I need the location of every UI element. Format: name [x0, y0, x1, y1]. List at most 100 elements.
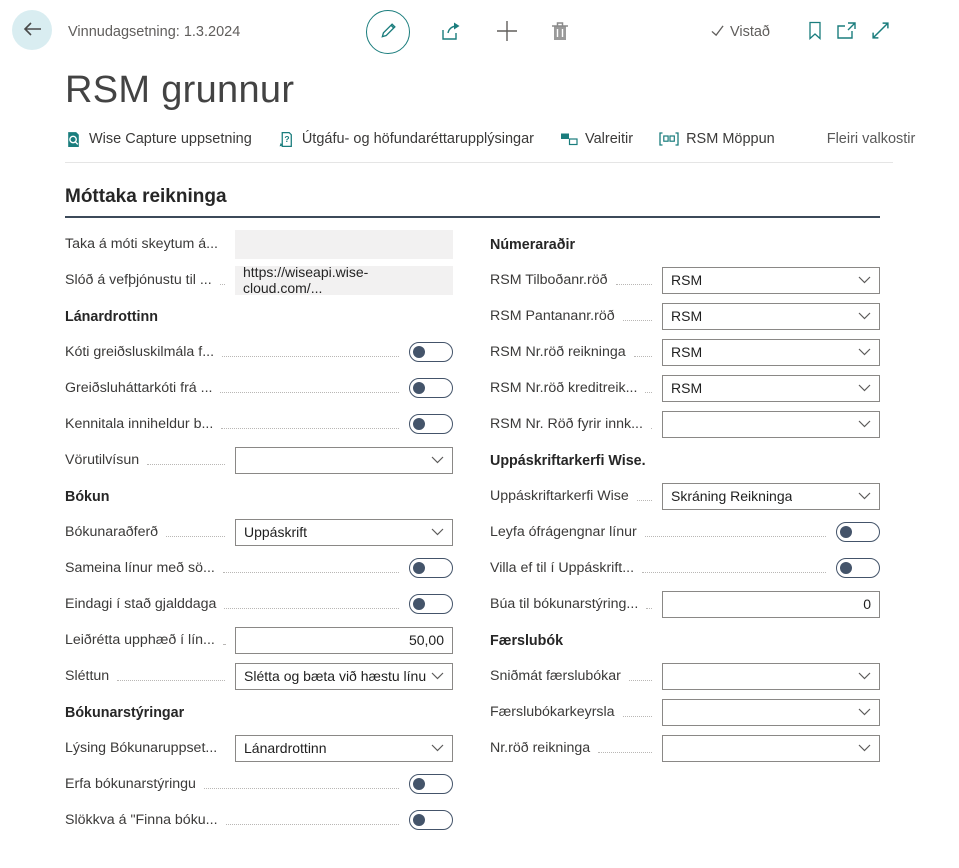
fullscreen-button[interactable] [871, 21, 890, 43]
field-label: Nr.röð reikninga [490, 740, 590, 756]
share-button[interactable] [440, 21, 464, 44]
action-rsm-m-ppun[interactable]: RSM Möppun [659, 131, 775, 147]
field-row: Eindagi í stað gjalddaga [65, 586, 453, 622]
back-button[interactable] [12, 10, 52, 50]
delete-button[interactable] [550, 19, 570, 46]
field-row: RSM Tilboðanr.röðRSM [490, 262, 880, 298]
edit-button[interactable] [366, 10, 410, 54]
dot-leader [623, 320, 652, 321]
field-row: Vörutilvísun [65, 442, 453, 478]
field-row: Villa ef til í Uppáskrift... [490, 550, 880, 586]
form-area: Taka á móti skeytum á... Slóð á vefþjónus… [65, 226, 959, 838]
action-fleiri-valkostir[interactable]: Fleiri valkostir [827, 131, 916, 147]
record-actions [366, 10, 570, 54]
select-v-rutilv-sun[interactable] [235, 447, 453, 474]
dot-leader [204, 788, 399, 789]
dot-leader [223, 572, 399, 573]
pencil-icon [379, 21, 398, 43]
trash-icon [550, 19, 570, 46]
field-label: Taka á móti skeytum á... [65, 236, 218, 252]
chevron-down-icon [431, 528, 444, 536]
field-label-area: Færslubókarkeyrsla [490, 704, 662, 720]
field-label-area: Kennitala inniheldur b... [65, 416, 409, 432]
select-nr-r-reikninga[interactable] [662, 735, 880, 762]
field-label-area: Slökkva á "Finna bóku... [65, 812, 409, 828]
select-rsm-pantananr-r[interactable]: RSM [662, 303, 880, 330]
dot-leader [645, 536, 826, 537]
field-label-area: Sameina línur með sö... [65, 560, 409, 576]
fasttab-heading[interactable]: Móttaka reikninga [65, 185, 880, 218]
field-label-area: Sniðmát færslubókar [490, 668, 662, 684]
toggle-sameina-l-nur-me-s[interactable] [409, 558, 453, 578]
top-command-bar: Vinnudagsetning: 1.3.2024 [0, 0, 959, 64]
field-label: Villa ef til í Uppáskrift... [490, 560, 634, 576]
select-rsm-nr-r-fyrir-innk[interactable] [662, 411, 880, 438]
field-row: Sniðmát færslubókar [490, 658, 880, 694]
field-label: Sléttun [65, 668, 109, 684]
group-heading-f-rslub-k: Færslubók [490, 622, 880, 658]
field-row: Taka á móti skeytum á... [65, 226, 453, 262]
field-label-area: Uppáskriftarkerfi Wise [490, 488, 662, 504]
field-row: Lýsing Bókunaruppset...Lánardrottinn [65, 730, 453, 766]
chevron-down-icon [431, 672, 444, 680]
dot-leader [220, 392, 399, 393]
page-action-bar: Wise Capture uppsetning ?Útgáfu- og höfun… [65, 128, 893, 163]
toggle-erfa-b-kunarst-ringu[interactable] [409, 774, 453, 794]
select-rsm-tilbo-anr-r[interactable]: RSM [662, 267, 880, 294]
field-label: Erfa bókunarstýringu [65, 776, 196, 792]
field-row: Nr.röð reikninga [490, 730, 880, 766]
toggle-k-ti-grei-sluskilm-la-f[interactable] [409, 342, 453, 362]
form-column-right: NúmeraraðirRSM Tilboðanr.röðRSMRSM Panta… [490, 226, 880, 838]
dot-leader [221, 428, 399, 429]
field-row: BókunaraðferðUppáskrift [65, 514, 453, 550]
bookmark-button[interactable] [808, 21, 822, 43]
open-in-window-button[interactable] [836, 22, 857, 42]
toggle-eindagi-sta-gjalddaga[interactable] [409, 594, 453, 614]
action-valreitir[interactable]: Valreitir [560, 131, 633, 147]
select-rsm-nr-r-kreditreik[interactable]: RSM [662, 375, 880, 402]
action-wise-capture-uppsetning[interactable]: Wise Capture uppsetning [65, 131, 252, 148]
select-f-rslub-karkeyrsla[interactable] [662, 699, 880, 726]
field-label-area: Bókunaraðferð [65, 524, 235, 540]
select-rsm-nr-r-reikninga[interactable]: RSM [662, 339, 880, 366]
input-b-a-til-b-kunarst-ring[interactable]: 0 [662, 591, 880, 618]
action-tg-fu-og-h-fundar-ttaruppl-singar[interactable]: ?Útgáfu- og höfundaréttarupplýsingar [278, 131, 534, 148]
field-label-area: RSM Nr.röð kreditreik... [490, 380, 662, 396]
add-button[interactable] [494, 18, 520, 47]
select-sni-m-t-f-rslub-kar[interactable] [662, 663, 880, 690]
select-value: RSM [671, 380, 702, 396]
toggle-villa-ef-til-upp-skrift[interactable] [836, 558, 880, 578]
toggle-sl-kkva-finna-b-ku[interactable] [409, 810, 453, 830]
select-l-sing-b-kunaruppset[interactable]: Lánardrottinn [235, 735, 453, 762]
field-label-area: RSM Nr.röð reikninga [490, 344, 662, 360]
chevron-down-icon [858, 672, 871, 680]
popout-icon [836, 22, 857, 42]
option-fields-icon [560, 132, 578, 146]
dot-leader [598, 752, 652, 753]
select-b-kunara-fer[interactable]: Uppáskrift [235, 519, 453, 546]
select-upp-skriftarkerfi-wise[interactable]: Skráning Reikninga [662, 483, 880, 510]
toggle-kennitala-inniheldur-b[interactable] [409, 414, 453, 434]
chevron-down-icon [858, 708, 871, 716]
field-label: RSM Nr.röð reikninga [490, 344, 626, 360]
toggle-leyfa-fr-gengnar-l-nur[interactable] [836, 522, 880, 542]
group-heading-l-nardrottinn: Lánardrottinn [65, 298, 453, 334]
field-row: Sameina línur með sö... [65, 550, 453, 586]
select-sl-ttun[interactable]: Slétta og bæta við hæstu línu [235, 663, 453, 690]
expand-icon [871, 21, 890, 43]
dot-leader [629, 680, 652, 681]
input-lei-r-tta-upph-l-n[interactable]: 50,00 [235, 627, 453, 654]
chevron-down-icon [431, 744, 444, 752]
field-label: Kóti greiðsluskilmála f... [65, 344, 214, 360]
toggle-grei-sluh-ttark-ti-fr[interactable] [409, 378, 453, 398]
field-label: Slóð á vefþjónustu til ... [65, 272, 212, 288]
toggle-knob [413, 814, 425, 826]
field-row: Uppáskriftarkerfi WiseSkráning Reikninga [490, 478, 880, 514]
group-heading-upp-skriftarkerfi-wise: Uppáskriftarkerfi Wise. [490, 442, 880, 478]
field-label: Færslubókarkeyrsla [490, 704, 615, 720]
dot-leader [147, 464, 225, 465]
select-value: Lánardrottinn [244, 740, 327, 756]
field-row: Sléttun Slétta og bæta við hæstu línu [65, 658, 453, 694]
field-label-area: RSM Nr. Röð fyrir innk... [490, 416, 662, 432]
input-taka-m-ti-skeytum [235, 230, 453, 259]
